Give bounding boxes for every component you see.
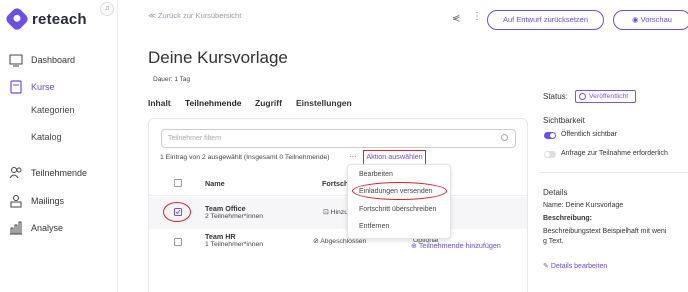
reset-to-draft-button[interactable]: Auf Entwurf zurücksetzen [487,10,604,30]
analytics-icon [10,221,22,235]
action-dropdown-menu: Bearbeiten Einladungen versenden Fortsch… [347,164,451,239]
reteach-logo-icon [4,6,30,32]
sidebar-subitem-kategorien[interactable]: Kategorien [31,105,75,115]
globe-icon [579,93,586,100]
progress-text: Hinzu [330,209,348,216]
visibility-title: Sichtbarkeit [543,116,585,125]
search-icon [501,134,508,141]
sidebar-subitem-katalog[interactable]: Katalog [31,132,62,142]
preview-label: Vorschau [640,15,672,24]
tab-zugriff[interactable]: Zugriff [255,98,282,108]
menu-item-override-progress[interactable]: Fortschritt überschreiben [359,206,436,213]
courses-icon [10,80,22,94]
participants-icon [9,167,22,179]
highlight-ring-send-invitations [352,182,447,200]
add-participants-link[interactable]: ⊕ Teilnehmende hinzufügen [411,241,501,250]
details-name: Name: Deine Kursvorlage [543,202,624,209]
more-actions-icon[interactable]: ··· [349,152,357,161]
selection-info: 1 Eintrag von 2 ausgewählt (Insgesamt 0 … [160,154,330,161]
participation-request-toggle[interactable] [544,151,556,158]
course-duration: Dauer: 1 Tag [153,76,191,83]
more-options-icon[interactable]: ⋮ [472,11,482,22]
eye-icon: ◉ [632,15,641,24]
column-header-name: Name [205,179,225,188]
sidebar-item-dashboard[interactable]: Dashboard [0,54,118,67]
share-icon[interactable]: ⋞ [452,13,460,24]
status-label: Status: [543,92,568,101]
select-action-link[interactable]: Aktion auswählen [363,150,426,165]
public-visible-label: Öffentlich sichtbar [561,131,617,138]
status-value: Veröffentlicht [589,93,629,100]
tab-einstellungen[interactable]: Einstellungen [296,98,352,108]
row-checkbox[interactable] [174,238,182,246]
progress-status: ⊡ Hinzu [323,208,348,216]
mailings-icon [10,195,22,208]
team-name: Team HR [205,232,236,241]
status-badge: Veröffentlicht [575,90,636,103]
sidebar-item-kurse[interactable]: Kurse [0,80,118,94]
tab-teilnehmende[interactable]: Teilnehmende [185,98,242,108]
public-visible-toggle[interactable] [544,132,556,139]
participation-request-label: Anfrage zur Teilnahme erforderlich [561,150,668,157]
team-member-count: 1 Teilnehmer*innen [205,241,264,248]
team-name: Team Office [205,204,246,213]
sidebar: reteach Dashboard Kurse Kategorien Katal… [0,0,118,292]
team-member-count: 2 Teilnehmer*innen [205,213,264,220]
details-description-line-1: Beschreibungstext Beispielhaft mit weni [543,228,667,235]
preview-button[interactable]: ◉ Vorschau [613,10,688,30]
add-circle-icon: ⊕ [411,241,419,250]
menu-item-remove[interactable]: Entfernen [359,223,389,230]
details-description-label: Beschreibung: [543,215,593,222]
sidebar-item-label: Kurse [31,82,55,92]
logo-text: reteach [32,10,87,28]
app-window: reteach Dashboard Kurse Kategorien Katal… [0,0,688,292]
highlight-ring-checkbox [163,202,191,222]
table-row[interactable]: Team Office 2 Teilnehmer*innen ⊡ Hinzu [149,197,527,229]
participant-filter-input[interactable]: Teilnehmer filtern [161,129,516,148]
sidebar-item-label: Dashboard [31,55,76,65]
details-description-line-2: g Text. [543,238,564,245]
sidebar-item-label: Teilnehmende [31,168,88,178]
tab-inhalt[interactable]: Inhalt [148,98,171,108]
pencil-icon: ✎ [543,263,551,270]
add-participants-label: Teilnehmende hinzufügen [418,241,501,250]
page-title: Deine Kursvorlage [148,48,288,67]
back-to-courses-link[interactable]: ≪ Zurück zur Kursübersicht [148,11,241,20]
select-all-checkbox[interactable] [174,179,182,187]
menu-item-edit[interactable]: Bearbeiten [359,171,393,178]
sidebar-item-teilnehmende[interactable]: Teilnehmende [0,167,118,179]
notification-bell-icon[interactable]: ♫ [100,2,114,16]
details-title: Details [543,188,568,197]
sidebar-item-label: Mailings [31,196,65,206]
added-icon: ⊡ [323,209,331,216]
divider [540,172,688,173]
sidebar-item-mailings[interactable]: Mailings [0,195,118,208]
column-header-progress: Fortsch [322,179,349,188]
filter-placeholder: Teilnehmer filtern [168,135,222,142]
edit-details-label: Details bearbeiten [550,263,608,270]
table-header: Name Fortsch [149,171,527,196]
progress-text: Abgeschlossen [320,238,367,245]
participants-card: Teilnehmer filtern 1 Eintrag von 2 ausge… [148,118,528,292]
logo[interactable]: reteach [4,6,87,32]
edit-details-link[interactable]: ✎ Details bearbeiten [543,262,607,270]
sidebar-item-analyse[interactable]: Analyse [0,221,118,235]
dashboard-icon [9,54,23,67]
sidebar-item-label: Analyse [31,223,64,233]
